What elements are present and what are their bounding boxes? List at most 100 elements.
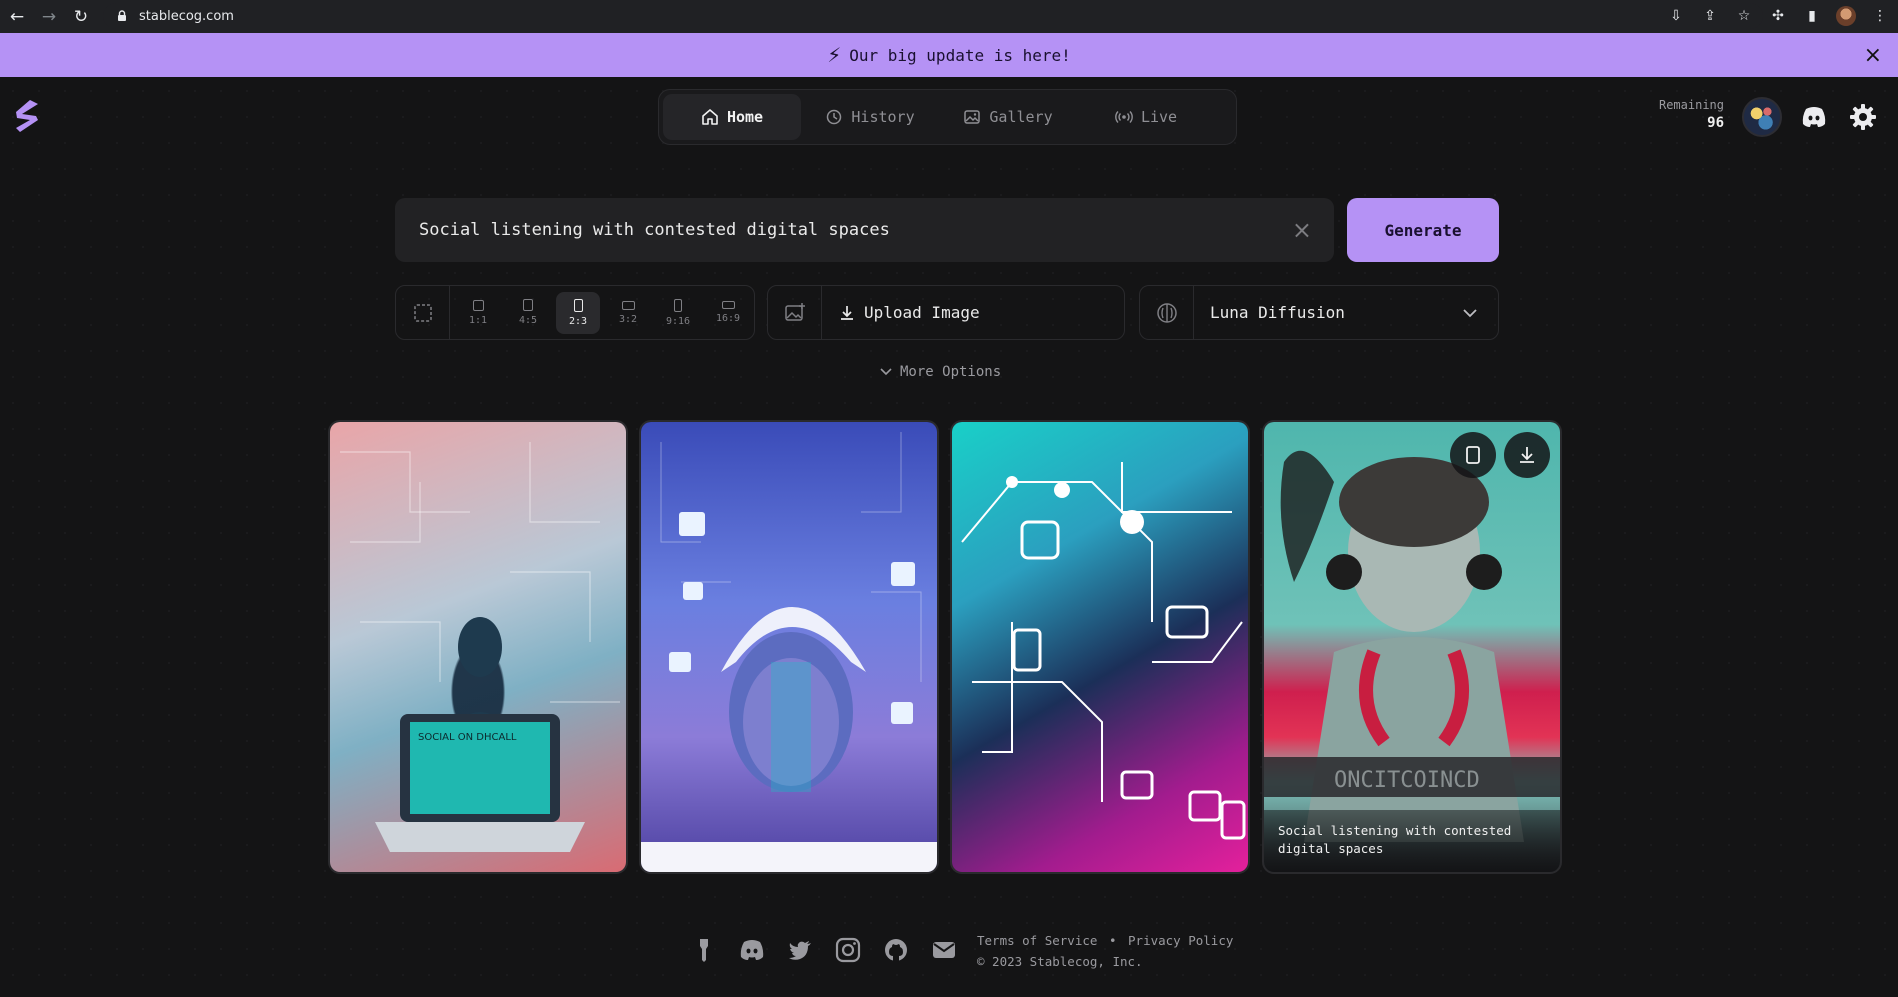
ratio-4-5-icon: [523, 299, 533, 311]
ratio-label: 3:2: [618, 313, 638, 325]
card-actions: [1450, 432, 1550, 478]
footer-separator: •: [1108, 933, 1117, 948]
banner-text[interactable]: Our big update is here!: [849, 46, 1071, 65]
address-bar[interactable]: stablecog.com: [103, 3, 1763, 29]
upload-icon: [841, 305, 853, 320]
prompt-input[interactable]: Social listening with contested digital …: [395, 198, 1334, 262]
tab-home-label: Home: [726, 108, 764, 126]
bolt-icon: ⚡: [827, 43, 842, 67]
forward-icon[interactable]: →: [40, 7, 58, 27]
ratio-option-3-2[interactable]: 3:2: [606, 292, 650, 334]
browser-toolbar: ← → ↻ stablecog.com ⇩ ⇪ ☆ ✣ ▮ ⋮: [0, 0, 1898, 33]
ratio-label: 4:5: [518, 315, 538, 326]
result-image-1[interactable]: SOCIAL ON DHCALL: [328, 420, 628, 874]
discord-icon[interactable]: [1800, 104, 1828, 130]
crop-icon: [396, 286, 450, 339]
browser-actions: ⇩ ⇪ ☆ ✣ ▮ ⋮: [1666, 6, 1890, 26]
back-icon[interactable]: ←: [8, 7, 26, 27]
ratio-16-9-icon: [721, 301, 735, 309]
main-nav: Home History Gallery Live: [658, 89, 1237, 145]
ratio-1-1-icon: [472, 299, 484, 311]
result-image-4[interactable]: ONCITCOINCD Social listening with contes…: [1262, 420, 1562, 874]
reload-icon[interactable]: ↻: [72, 7, 90, 27]
footer-social-links: [690, 936, 958, 964]
ratio-option-9-16[interactable]: 9:16: [656, 292, 700, 334]
tab-live[interactable]: Live: [1077, 94, 1215, 140]
brain-icon: [1140, 286, 1194, 339]
history-icon: [827, 109, 842, 125]
email-icon[interactable]: [930, 936, 958, 964]
lock-icon: [118, 10, 126, 21]
browser-menu-icon[interactable]: ⋮: [1870, 6, 1890, 26]
aspect-ratio-selector: 1:1 4:5 2:3 3:2 9:16 16:9: [395, 285, 755, 340]
instagram-icon[interactable]: [834, 936, 862, 964]
github-icon[interactable]: [882, 936, 910, 964]
discord-icon[interactable]: [738, 936, 766, 964]
copy-icon[interactable]: [1450, 432, 1496, 478]
image-1-illustration: SOCIAL ON DHCALL: [340, 442, 620, 852]
upload-image-control[interactable]: Upload Image: [767, 285, 1125, 340]
bookmark-star-icon[interactable]: ☆: [1734, 6, 1754, 26]
clear-icon[interactable]: ×: [1292, 216, 1312, 244]
model-dropdown[interactable]: Luna Diffusion: [1139, 285, 1499, 340]
image-plus-icon: [768, 286, 822, 339]
generate-button[interactable]: Generate: [1347, 198, 1499, 262]
privacy-link[interactable]: Privacy Policy: [1128, 933, 1233, 948]
chevron-down-icon: [1463, 309, 1477, 318]
chevron-down-icon: [880, 368, 892, 376]
share-icon[interactable]: ⇪: [1700, 6, 1720, 26]
install-icon[interactable]: ⇩: [1666, 6, 1686, 26]
stablecog-logo[interactable]: [14, 98, 40, 136]
more-options-label: More Options: [900, 364, 1002, 380]
upload-image-button[interactable]: Upload Image: [838, 303, 980, 322]
ratio-option-1-1[interactable]: 1:1: [456, 292, 500, 334]
result-image-3[interactable]: [950, 420, 1250, 874]
ratio-option-4-5[interactable]: 4:5: [506, 292, 550, 334]
ratio-label: 9:16: [665, 315, 691, 327]
tab-history[interactable]: History: [801, 94, 939, 140]
svg-text:ONCITCOINCD: ONCITCOINCD: [1334, 768, 1480, 793]
tab-home[interactable]: Home: [663, 94, 801, 140]
twitter-icon[interactable]: [786, 936, 814, 964]
ratio-2-3-icon: [573, 298, 583, 312]
browser-nav: ← → ↻: [0, 7, 90, 27]
gallery-icon: [964, 110, 981, 124]
sidebar-icon[interactable]: ▮: [1802, 6, 1822, 26]
url-text: stablecog.com: [139, 8, 234, 24]
image-2-illustration: [641, 432, 937, 872]
tab-history-label: History: [851, 108, 915, 126]
ratio-option-2-3[interactable]: 2:3: [556, 291, 600, 334]
svg-text:SOCIAL ON DHCALL: SOCIAL ON DHCALL: [418, 732, 517, 743]
footer-links: Terms of Service • Privacy Policy © 2023…: [977, 930, 1233, 972]
prompt-text[interactable]: Social listening with contested digital …: [419, 220, 890, 240]
copyright: © 2023 Stablecog, Inc.: [977, 954, 1143, 969]
image-4-illustration: ONCITCOINCD: [1264, 450, 1560, 842]
upload-image-label: Upload Image: [864, 303, 980, 322]
live-icon: [1115, 111, 1133, 123]
tab-gallery[interactable]: Gallery: [939, 94, 1077, 140]
gear-icon[interactable]: [1848, 102, 1878, 132]
model-name: Luna Diffusion: [1210, 303, 1345, 322]
ratio-9-16-icon: [674, 298, 682, 312]
remaining-credits: Remaining 96: [1650, 98, 1724, 131]
announcement-banner: ⚡ Our big update is here! ×: [0, 33, 1898, 77]
more-options-toggle[interactable]: More Options: [878, 364, 1001, 380]
ratio-label: 1:1: [468, 314, 488, 326]
image-3-illustration: [961, 462, 1246, 840]
close-icon[interactable]: ×: [1864, 43, 1882, 68]
blog-pen-icon[interactable]: [690, 936, 718, 964]
ratio-3-2-icon: [621, 300, 635, 310]
ratio-label: 2:3: [568, 315, 588, 327]
tab-live-label: Live: [1140, 108, 1178, 126]
tab-gallery-label: Gallery: [989, 108, 1053, 126]
result-image-2[interactable]: [639, 420, 939, 874]
terms-link[interactable]: Terms of Service: [977, 933, 1097, 948]
home-icon: [702, 109, 718, 125]
avatar[interactable]: [1742, 97, 1782, 137]
ratio-option-16-9[interactable]: 16:9: [706, 292, 750, 334]
remaining-label: Remaining: [1658, 98, 1724, 112]
ratio-label: 16:9: [715, 313, 741, 324]
download-icon[interactable]: [1504, 432, 1550, 478]
extensions-icon[interactable]: ✣: [1768, 6, 1788, 26]
profile-avatar-icon[interactable]: [1836, 6, 1856, 26]
